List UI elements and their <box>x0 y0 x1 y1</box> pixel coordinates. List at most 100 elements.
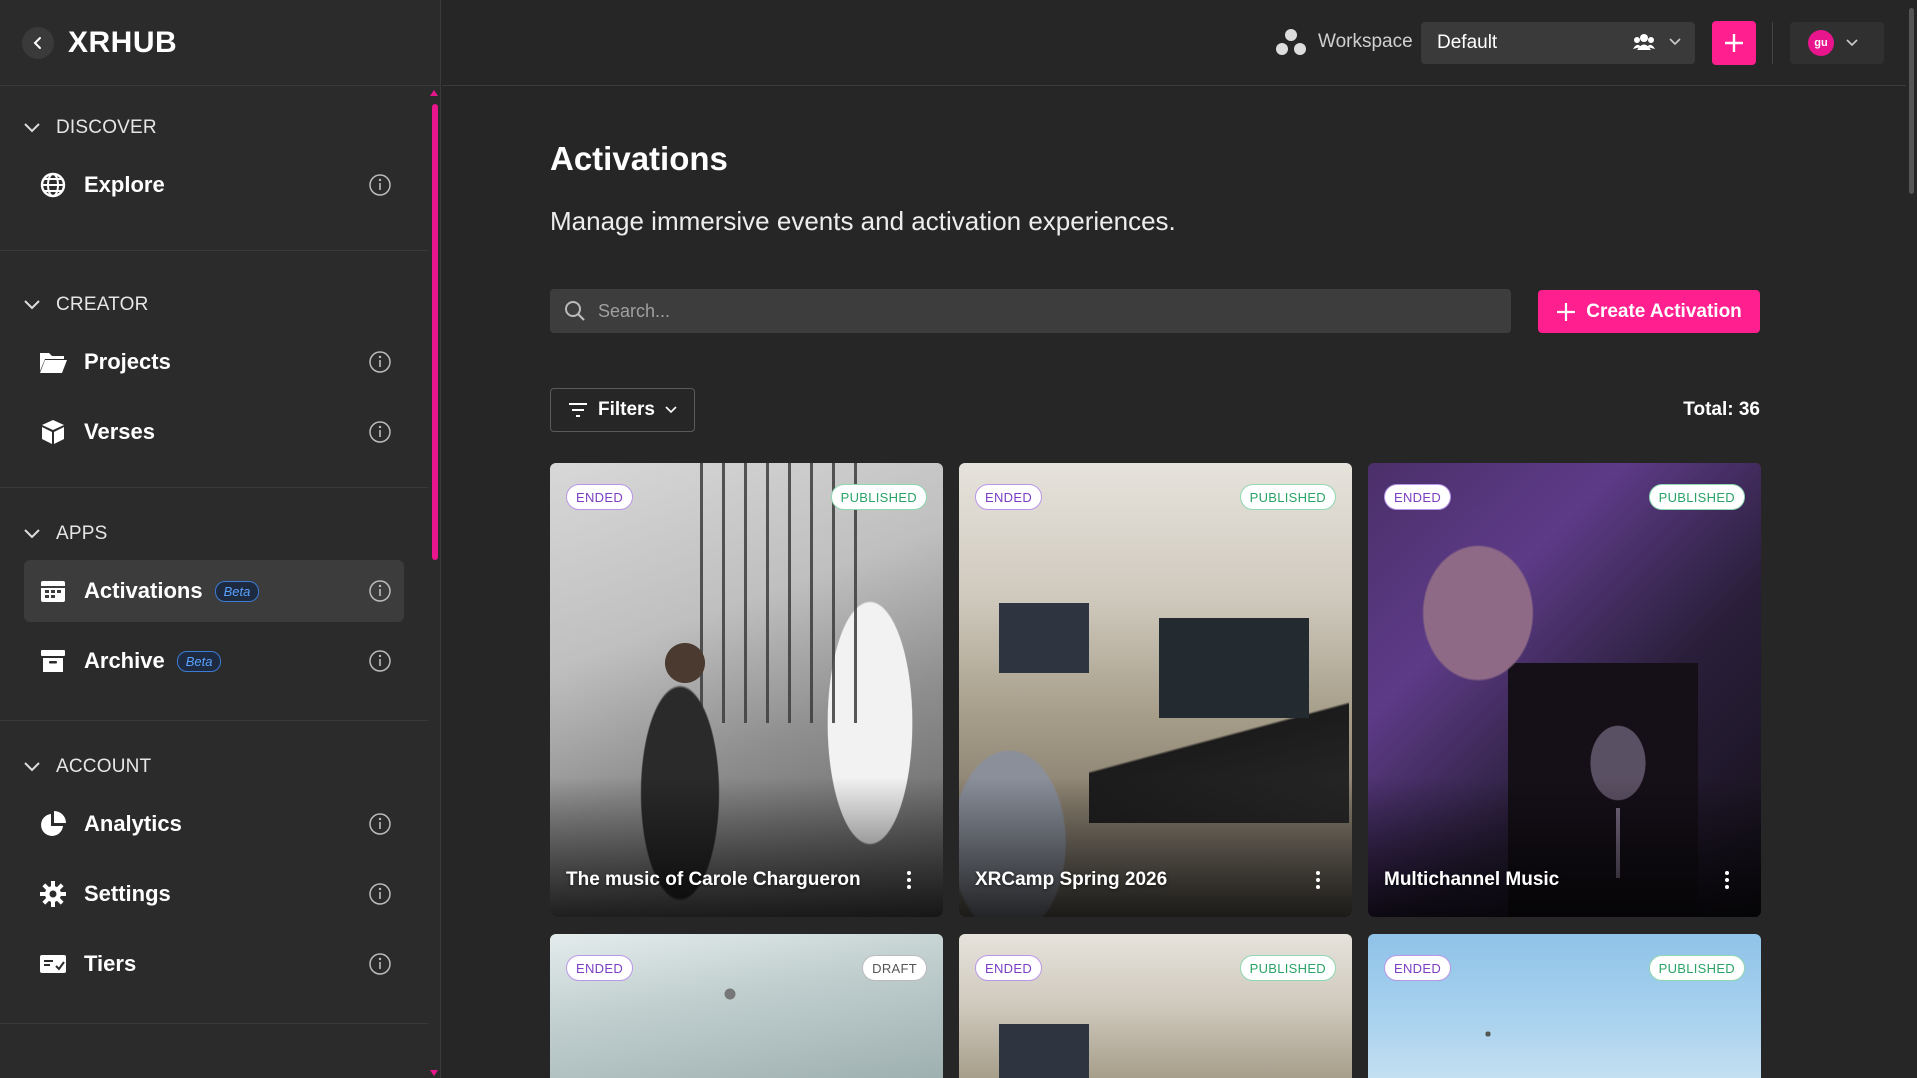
chevron-down-icon <box>1669 38 1681 46</box>
activation-card[interactable]: ENDED PUBLISHED <box>1368 934 1761 1078</box>
app-title: XRHUB <box>68 25 178 59</box>
workspace-icon <box>1274 27 1308 57</box>
status-badge: ENDED <box>566 955 634 981</box>
scroll-down-arrow-icon[interactable] <box>430 1070 438 1076</box>
chevron-down-icon <box>24 300 40 310</box>
search-icon <box>565 301 585 321</box>
publish-badge: PUBLISHED <box>1239 955 1336 981</box>
search-input[interactable] <box>598 300 1478 322</box>
filter-icon <box>568 403 587 417</box>
section-toggle-account[interactable]: ACCOUNT <box>0 749 428 785</box>
workspace-label: Workspace <box>1274 27 1413 57</box>
sidebar-item-label: Activations <box>84 578 203 603</box>
ticket-icon <box>38 949 68 979</box>
card-title: Multichannel Music <box>1384 869 1560 890</box>
section-toggle-discover[interactable]: DISCOVER <box>0 110 428 146</box>
back-button[interactable] <box>22 26 54 59</box>
page-title: Activations <box>550 140 728 177</box>
avatar: gu <box>1808 30 1834 56</box>
sidebar-nav: DISCOVER Explore CREATOR Projects Verses <box>0 86 428 1078</box>
info-icon[interactable] <box>368 882 392 906</box>
sidebar-item-label: Analytics <box>84 811 182 836</box>
info-icon[interactable] <box>368 579 392 603</box>
section-heading: ACCOUNT <box>56 756 152 777</box>
team-icon <box>1633 34 1655 50</box>
plus-icon <box>1725 34 1743 52</box>
archive-icon <box>38 646 68 676</box>
cube-icon <box>38 417 68 447</box>
publish-badge: DRAFT <box>862 955 927 981</box>
more-options-icon[interactable] <box>907 871 911 889</box>
sidebar-item-archive[interactable]: Archive Beta <box>24 630 404 692</box>
total-count: Total: 36 <box>1683 399 1760 420</box>
section-discover: DISCOVER Explore <box>0 86 428 251</box>
info-icon[interactable] <box>368 350 392 374</box>
activation-card[interactable]: ENDED PUBLISHED Multichannel Music <box>1368 463 1761 917</box>
chevron-down-icon <box>665 406 677 414</box>
sidebar-item-label: Verses <box>84 419 155 444</box>
sidebar-item-verses[interactable]: Verses <box>24 401 404 463</box>
info-icon[interactable] <box>368 812 392 836</box>
status-badge: ENDED <box>975 484 1043 510</box>
info-icon[interactable] <box>368 952 392 976</box>
publish-badge: PUBLISHED <box>1239 484 1336 510</box>
section-heading: DISCOVER <box>56 117 157 138</box>
user-menu[interactable]: gu <box>1790 22 1884 64</box>
divider <box>1772 22 1773 64</box>
section-toggle-apps[interactable]: APPS <box>0 516 428 552</box>
chevron-down-icon <box>24 762 40 772</box>
plus-icon <box>1557 302 1576 321</box>
chevron-down-icon <box>1846 39 1858 47</box>
sidebar-item-label: Projects <box>84 349 171 374</box>
publish-badge: PUBLISHED <box>1648 955 1745 981</box>
beta-badge: Beta <box>176 650 222 672</box>
sidebar-item-analytics[interactable]: Analytics <box>24 793 404 855</box>
create-activation-label: Create Activation <box>1586 300 1742 322</box>
workspace-label-text: Workspace <box>1318 31 1413 52</box>
activation-card[interactable]: ENDED PUBLISHED XRCamp Spring 2026 <box>959 463 1352 917</box>
activation-card[interactable]: ENDED PUBLISHED The music of Carole Char… <box>550 463 943 917</box>
section-creator: CREATOR Projects Verses <box>0 251 428 488</box>
status-badge: ENDED <box>1384 484 1452 510</box>
publish-badge: PUBLISHED <box>1648 484 1745 510</box>
sidebar-item-label: Settings <box>84 881 171 906</box>
search-bar[interactable] <box>550 289 1511 333</box>
page-scrollbar[interactable] <box>1906 0 1917 1078</box>
sidebar-scrollbar-thumb[interactable] <box>432 104 438 560</box>
calendar-icon <box>38 576 68 606</box>
top-bar: Workspace Default gu <box>442 0 1917 86</box>
info-icon[interactable] <box>368 420 392 444</box>
add-button[interactable] <box>1712 21 1756 65</box>
sidebar-item-label: Archive <box>84 648 165 673</box>
page-scrollbar-thumb[interactable] <box>1909 8 1914 194</box>
workspace-select[interactable]: Default <box>1421 22 1695 64</box>
folder-icon <box>38 347 68 377</box>
sidebar-item-tiers[interactable]: Tiers <box>24 933 404 995</box>
sidebar-item-explore[interactable]: Explore <box>24 154 404 216</box>
status-badge: ENDED <box>975 955 1043 981</box>
more-options-icon[interactable] <box>1725 871 1729 889</box>
more-options-icon[interactable] <box>1316 871 1320 889</box>
activation-card[interactable]: ENDED DRAFT <box>550 934 943 1078</box>
chevron-down-icon <box>24 123 40 133</box>
info-icon[interactable] <box>368 649 392 673</box>
publish-badge: PUBLISHED <box>830 484 927 510</box>
sidebar: XRHUB DISCOVER Explore CREATOR Projects <box>0 0 441 1078</box>
beta-badge: Beta <box>214 580 260 602</box>
card-title: XRCamp Spring 2026 <box>975 869 1168 890</box>
sidebar-item-activations[interactable]: Activations Beta <box>24 560 404 622</box>
sidebar-item-projects[interactable]: Projects <box>24 331 404 393</box>
info-icon[interactable] <box>368 173 392 197</box>
section-heading: APPS <box>56 523 108 544</box>
filters-button[interactable]: Filters <box>550 388 695 432</box>
card-title: The music of Carole Chargueron <box>566 869 861 890</box>
sidebar-item-settings[interactable]: Settings <box>24 863 404 925</box>
status-badge: ENDED <box>566 484 634 510</box>
scroll-up-arrow-icon[interactable] <box>430 90 438 96</box>
chevron-down-icon <box>24 529 40 539</box>
gear-icon <box>38 879 68 909</box>
section-toggle-creator[interactable]: CREATOR <box>0 287 428 323</box>
sidebar-item-label: Explore <box>84 172 165 197</box>
create-activation-button[interactable]: Create Activation <box>1538 290 1760 333</box>
activation-card[interactable]: ENDED PUBLISHED <box>959 934 1352 1078</box>
